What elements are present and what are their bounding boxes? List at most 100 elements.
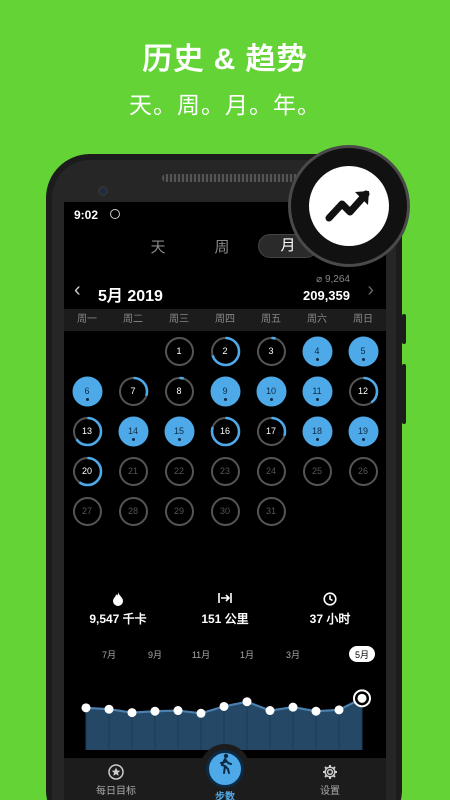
calendar-day[interactable]: 3 bbox=[256, 336, 287, 367]
calendar-day[interactable]: 5 bbox=[348, 336, 379, 367]
tab-week[interactable]: 周 bbox=[192, 236, 252, 257]
calendar-day[interactable]: 10 bbox=[256, 376, 287, 407]
calendar-day-number: 30 bbox=[219, 506, 230, 516]
calendar-day[interactable]: 12 bbox=[348, 376, 379, 407]
calendar-day[interactable]: 20 bbox=[72, 456, 103, 487]
duration-value: 37 小时 bbox=[309, 612, 351, 626]
calendar-day[interactable]: 1 bbox=[164, 336, 195, 367]
walking-icon bbox=[206, 750, 244, 788]
calendar-day-number: 20 bbox=[81, 466, 92, 476]
chart-x-tick-label: 1月 bbox=[240, 650, 254, 660]
calendar-day[interactable]: 27 bbox=[72, 496, 103, 527]
calendar-day[interactable]: 31 bbox=[256, 496, 287, 527]
calendar-day[interactable]: 22 bbox=[164, 456, 195, 487]
chevron-right-icon[interactable]: › bbox=[367, 279, 374, 302]
chart-point[interactable] bbox=[265, 706, 275, 716]
calories-stat: 9,547 千卡 bbox=[68, 592, 168, 627]
weekday-header: 周一 周二 周三 周四 周五 周六 周日 bbox=[64, 309, 386, 331]
calendar-day[interactable]: 24 bbox=[256, 456, 287, 487]
calendar-day[interactable]: 4 bbox=[302, 336, 333, 367]
chart-point[interactable] bbox=[196, 708, 206, 718]
speaker-grille bbox=[162, 174, 312, 182]
calendar-day-number: 16 bbox=[219, 426, 230, 436]
chart-point[interactable] bbox=[127, 708, 137, 718]
chart-point[interactable] bbox=[242, 697, 252, 707]
monthly-steps-chart: 7月 9月 11月 1月 3月 5月 bbox=[81, 646, 375, 750]
calendar-day-number: 4 bbox=[314, 346, 320, 356]
chevron-left-icon[interactable]: ‹ bbox=[74, 279, 81, 302]
nav-daily-goal[interactable]: 每日目标 bbox=[76, 764, 156, 797]
chart-point[interactable] bbox=[104, 704, 114, 714]
goal-dot bbox=[223, 398, 227, 401]
chart-point[interactable] bbox=[311, 706, 321, 716]
goal-dot bbox=[315, 398, 319, 401]
camera bbox=[98, 186, 108, 196]
duration-stat: 37 小时 bbox=[280, 592, 380, 627]
goal-dot bbox=[131, 438, 135, 441]
calendar-day[interactable]: 19 bbox=[348, 416, 379, 447]
calendar-day[interactable]: 6 bbox=[72, 376, 103, 407]
calendar-day-number: 7 bbox=[130, 386, 136, 396]
calendar-day[interactable]: 11 bbox=[302, 376, 333, 407]
calendar-day-number: 18 bbox=[311, 426, 322, 436]
nav-steps-button[interactable] bbox=[200, 744, 250, 794]
calendar-day[interactable]: 18 bbox=[302, 416, 333, 447]
calendar-day-number: 29 bbox=[173, 506, 184, 516]
distance-icon bbox=[175, 592, 275, 610]
weekday-label: 周日 bbox=[353, 314, 373, 325]
clock-icon bbox=[280, 592, 380, 610]
calendar-day-number: 3 bbox=[268, 346, 274, 356]
chart-point[interactable] bbox=[334, 705, 344, 715]
chart-x-tick-label: 9月 bbox=[148, 650, 162, 660]
calendar-day-number: 2 bbox=[222, 346, 228, 356]
calendar-day-number: 5 bbox=[360, 346, 366, 356]
calendar-day-number: 9 bbox=[222, 386, 228, 396]
notification-icon bbox=[110, 209, 120, 219]
month-navigator: ‹ 5月 2019 ⌀ 9,264 209,359 › bbox=[64, 274, 386, 308]
calendar-day[interactable]: 23 bbox=[210, 456, 241, 487]
weekday-label: 周一 bbox=[77, 314, 97, 325]
calendar-day[interactable]: 25 bbox=[302, 456, 333, 487]
power-button bbox=[402, 314, 406, 344]
calendar-day[interactable]: 15 bbox=[164, 416, 195, 447]
goal-dot bbox=[85, 398, 89, 401]
star-badge-icon bbox=[76, 764, 156, 782]
calendar-day[interactable]: 16 bbox=[210, 416, 241, 447]
calendar-day[interactable]: 28 bbox=[118, 496, 149, 527]
calendar-day[interactable]: 30 bbox=[210, 496, 241, 527]
weekday-label: 周六 bbox=[307, 314, 327, 325]
calendar-day[interactable]: 17 bbox=[256, 416, 287, 447]
calendar-day[interactable]: 21 bbox=[118, 456, 149, 487]
calendar-day[interactable]: 7 bbox=[118, 376, 149, 407]
trends-badge bbox=[288, 145, 410, 267]
goal-dot bbox=[315, 438, 319, 441]
calendar-day-number: 28 bbox=[127, 506, 138, 516]
calendar-day-number: 27 bbox=[81, 506, 92, 516]
calendar-day[interactable]: 14 bbox=[118, 416, 149, 447]
goal-dot bbox=[361, 438, 365, 441]
summary-stats: 9,547 千卡 151 公里 37 小时 bbox=[64, 592, 386, 642]
calendar-day[interactable]: 8 bbox=[164, 376, 195, 407]
chart-point[interactable] bbox=[219, 701, 229, 711]
chart-point[interactable] bbox=[81, 703, 91, 713]
chart-point[interactable] bbox=[288, 702, 298, 712]
calendar-day-number: 23 bbox=[219, 466, 230, 476]
calendar-day[interactable]: 26 bbox=[348, 456, 379, 487]
chart-point[interactable] bbox=[150, 706, 160, 716]
chart-point-core bbox=[357, 693, 367, 703]
calendar-day-number: 24 bbox=[265, 466, 276, 476]
calendar-day-number: 25 bbox=[311, 466, 322, 476]
calendar-day-number: 26 bbox=[357, 466, 368, 476]
calendar-day[interactable]: 29 bbox=[164, 496, 195, 527]
chart-point[interactable] bbox=[173, 706, 183, 716]
distance-value: 151 公里 bbox=[201, 612, 249, 626]
calendar-day[interactable]: 9 bbox=[210, 376, 241, 407]
calendar-day[interactable]: 2 bbox=[210, 336, 241, 367]
nav-settings[interactable]: 设置 bbox=[290, 764, 370, 797]
goal-dot bbox=[177, 438, 181, 441]
chart-x-tick-label: 11月 bbox=[192, 650, 210, 660]
weekday-label: 周五 bbox=[261, 314, 281, 325]
calendar-day-number: 22 bbox=[173, 466, 184, 476]
calendar-day[interactable]: 13 bbox=[72, 416, 103, 447]
tab-day[interactable]: 天 bbox=[128, 236, 188, 257]
